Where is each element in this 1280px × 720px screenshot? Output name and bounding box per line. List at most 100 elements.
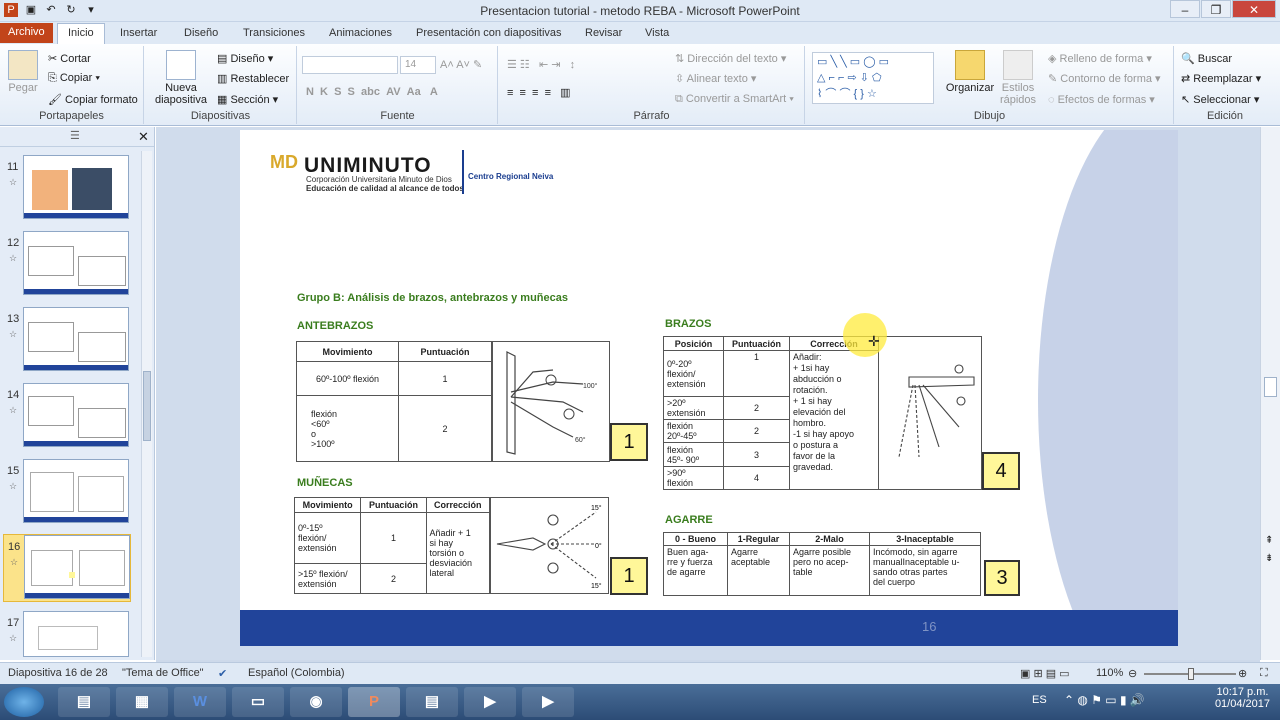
shape-outline-button[interactable]: ✎ Contorno de forma ▾	[1048, 72, 1161, 85]
slides-pane: ☰ ✕ 11 ☆ 12 ☆ 13 ☆ 14 ☆ 15 ☆ 16 ☆ 17 ☆	[0, 127, 155, 660]
table-header: 2-Malo	[789, 532, 870, 546]
shape-fill-button[interactable]: ◈ Relleno de forma ▾	[1048, 52, 1152, 65]
zoom-slider[interactable]	[1144, 668, 1236, 680]
tab-inicio[interactable]: Inicio	[57, 23, 105, 44]
word-icon[interactable]: W	[174, 687, 226, 717]
shapes-gallery[interactable]: ▭ ╲ ╲ ▭ ◯ ▭ △ ⌐ ⌐ ⇨ ⇩ ⬠ ⌇ ⌒ ⌒ { } ☆	[812, 52, 934, 104]
tab-diseno[interactable]: Diseño	[176, 25, 226, 41]
transition-icon: ☆	[9, 253, 18, 263]
select-button[interactable]: ↖ Seleccionar ▾	[1181, 93, 1259, 106]
minimize-button[interactable]: –	[1170, 0, 1200, 18]
zoom-out-icon[interactable]: ⊖	[1128, 667, 1137, 680]
zoom-level[interactable]: 110%	[1096, 667, 1123, 679]
shape-effects-button[interactable]: ◌ Efectos de formas ▾	[1048, 93, 1155, 106]
media-icon[interactable]: ▭	[232, 687, 284, 717]
current-slide[interactable]: MD UNIMINUTO Corporación Universitaria M…	[240, 130, 1178, 646]
clock[interactable]: 10:17 p.m. 01/04/2017	[1215, 686, 1270, 710]
agarre-table: 0 - Bueno 1-Regular 2-Malo 3-Inaceptable…	[663, 532, 981, 596]
tab-archivo[interactable]: Archivo	[0, 23, 53, 43]
zoom-in-icon[interactable]: ⊕	[1238, 667, 1247, 680]
text-direction-button[interactable]: ⇅ Dirección del texto ▾	[675, 52, 786, 65]
slide-thumbnail-12[interactable]: 12 ☆	[3, 231, 131, 297]
table-cell: 2	[723, 419, 790, 443]
grow-shrink-font-icons[interactable]: A˄ A˅ ✎	[440, 58, 482, 71]
logo-line-2: Educación de calidad al alcance de todos	[306, 184, 464, 193]
tab-presentacion[interactable]: Presentación con diapositivas	[408, 25, 570, 41]
window-title: Presentacion tutorial - metodo REBA - Mi…	[480, 4, 800, 18]
arrange-button[interactable]: Organizar	[944, 50, 996, 94]
antebrazos-score: 1	[610, 423, 648, 461]
close-pane-icon[interactable]: ✕	[138, 129, 149, 145]
view-buttons[interactable]: ▣ ⊞ ▤ ▭	[1020, 667, 1070, 680]
paste-button[interactable]: Pegar	[6, 50, 40, 94]
slide-thumbnail-11[interactable]: 11 ☆	[3, 155, 131, 221]
language[interactable]: Español (Colombia)	[248, 667, 345, 679]
new-slide-button[interactable]: Nueva diapositiva	[149, 50, 213, 106]
fit-slide-icon[interactable]: ⛶	[1260, 667, 1268, 680]
slide-thumbnail-13[interactable]: 13 ☆	[3, 307, 131, 373]
align-text-button[interactable]: ⇳ Alinear texto ▾	[675, 72, 756, 85]
chrome-icon[interactable]: ◉	[290, 687, 342, 717]
app-icon[interactable]: ▤	[406, 687, 458, 717]
font-size-box[interactable]: 14	[400, 56, 436, 74]
slide-thumbnail-14[interactable]: 14 ☆	[3, 383, 131, 449]
editor-scrollbar[interactable]: ⇞ ⇟	[1260, 127, 1280, 660]
quick-styles-button[interactable]: Estilos rápidos	[996, 50, 1040, 106]
spellcheck-icon[interactable]: ✔	[218, 667, 227, 680]
explorer-icon[interactable]: ▤	[58, 687, 110, 717]
scroll-thumb[interactable]	[143, 371, 151, 441]
uniminuto-logo: MD UNIMINUTO Corporación Universitaria M…	[270, 148, 560, 196]
powerpoint-taskbar-icon[interactable]: P	[348, 687, 400, 717]
svg-text:0°: 0°	[595, 542, 602, 550]
font-name-box[interactable]	[302, 56, 398, 74]
smartart-button[interactable]: ⧉ Convertir a SmartArt ▾	[675, 93, 794, 106]
svg-text:100°: 100°	[583, 382, 598, 390]
prev-slide-icon[interactable]: ⇞	[1265, 535, 1273, 546]
scroll-thumb[interactable]	[1264, 377, 1277, 397]
shape-fill-label: Relleno de forma	[1059, 53, 1144, 65]
format-painter-button[interactable]: 🖌 Copiar formato	[48, 93, 138, 106]
section-label: Sección	[230, 94, 270, 106]
windows-taskbar: ▤ ▦ W ▭ ◉ P ▤ ▶ ▶ ES ⌃ ◍ ⚑ ▭ ▮ 🔊 10:17 p…	[0, 684, 1280, 720]
section-button[interactable]: ▦ Sección ▾	[217, 93, 278, 106]
camera-icon[interactable]: ▶	[464, 687, 516, 717]
layout-button[interactable]: ▤ Diseño ▾	[217, 52, 273, 65]
clock-date: 01/04/2017	[1214, 698, 1270, 710]
replace-button[interactable]: ⇄ Reemplazar ▾	[1181, 72, 1261, 85]
tray-icons[interactable]: ⌃ ◍ ⚑ ▭ ▮ 🔊	[1064, 693, 1145, 707]
tab-transiciones[interactable]: Transiciones	[235, 25, 313, 41]
forearm-drawing: 100° 60°	[506, 351, 598, 455]
next-slide-icon[interactable]: ⇟	[1265, 553, 1273, 564]
cut-button[interactable]: ✂ Cortar	[48, 52, 91, 65]
slide-thumbnail-15[interactable]: 15 ☆	[3, 459, 131, 525]
find-button[interactable]: 🔍 Buscar	[1181, 52, 1232, 65]
new-slide-label: Nueva	[165, 82, 197, 94]
outline-tab-icon[interactable]: ☰	[70, 129, 80, 142]
tab-revisar[interactable]: Revisar	[577, 25, 630, 41]
slide-thumbnail-16[interactable]: 16 ☆	[3, 534, 131, 602]
forearm-figure: 100° 60°	[492, 341, 610, 462]
tab-insertar[interactable]: Insertar	[112, 25, 165, 41]
start-button[interactable]	[4, 687, 44, 717]
tab-vista[interactable]: Vista	[637, 25, 677, 41]
close-button[interactable]: ✕	[1232, 0, 1276, 18]
table-cell: 60º-100º flexión	[296, 361, 399, 396]
restore-button[interactable]: ❐	[1201, 0, 1231, 18]
winrar-icon[interactable]: ▦	[116, 687, 168, 717]
tab-animaciones[interactable]: Animaciones	[321, 25, 400, 41]
munecas-title: MUÑECAS	[297, 477, 353, 489]
input-language[interactable]: ES	[1032, 694, 1047, 706]
table-header: Puntuación	[723, 336, 790, 351]
reset-button[interactable]: ▥ Restablecer	[217, 72, 289, 85]
align-icons[interactable]: ≡ ≡ ≡ ≡ ▥	[507, 86, 571, 99]
list-icons[interactable]: ☰ ☷ ⇤ ⇥ ↕	[507, 58, 575, 71]
video-icon[interactable]: ▶	[522, 687, 574, 717]
font-format-icons[interactable]: N K S S abc AV Aa A	[306, 86, 438, 98]
slides-pane-scrollbar[interactable]	[141, 151, 152, 657]
arrange-label: Organizar	[945, 82, 995, 94]
slide-number: 12	[7, 237, 20, 249]
zoom-slider-thumb[interactable]	[1188, 668, 1194, 680]
svg-text:15°: 15°	[591, 582, 602, 590]
svg-text:15°: 15°	[591, 504, 602, 512]
copy-button[interactable]: ⎘ Copiar ▾	[48, 72, 100, 85]
